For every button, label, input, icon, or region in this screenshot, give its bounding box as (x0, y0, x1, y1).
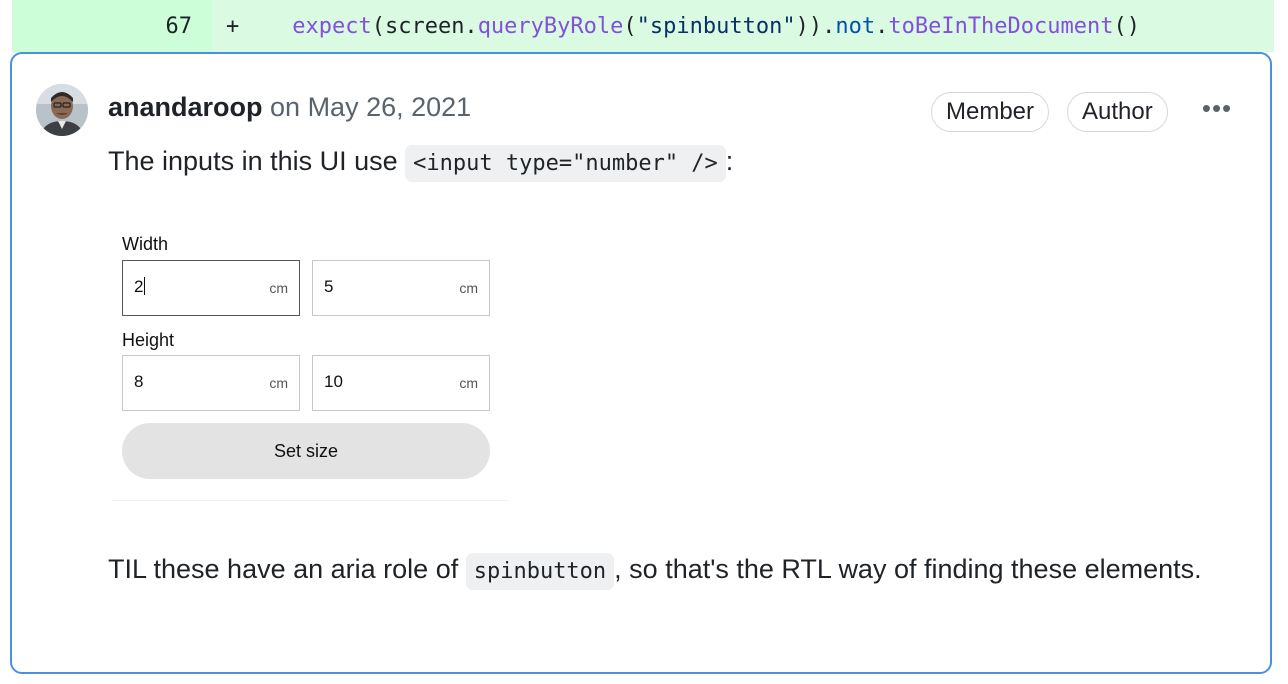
paragraph-text: , so that's the RTL way of finding these… (614, 554, 1202, 584)
diff-code: + expect(screen.queryByRole("spinbutton"… (226, 14, 1140, 39)
comment-header: anandaroop on May 26, 2021 (108, 92, 471, 123)
paragraph-text: The inputs in this UI use (108, 146, 406, 176)
height-cm-field: 8 cm (122, 355, 300, 411)
member-badge: Member (931, 92, 1050, 132)
code-token: toBeInTheDocument (888, 14, 1114, 39)
diff-context: 67 + expect(screen.queryByRole("spinbutt… (0, 0, 1288, 52)
diff-line-number-cell[interactable]: 67 (12, 0, 212, 52)
field-unit: cm (459, 375, 478, 391)
height-second-field: 10 cm (312, 355, 490, 411)
paragraph-text: : (725, 146, 734, 176)
comment-paragraph-1: The inputs in this UI use <input type="n… (108, 145, 734, 182)
field-value: 5 (324, 277, 334, 296)
code-token: ( (623, 14, 637, 39)
height-label: Height (122, 330, 175, 350)
avatar-image (36, 84, 88, 136)
comment-card: anandaroop on May 26, 2021 Member Author… (10, 52, 1272, 674)
diff-line-number: 67 (165, 14, 193, 39)
field-unit: cm (459, 280, 478, 296)
field-value: 8 (134, 372, 144, 391)
code-token: not (835, 14, 876, 39)
avatar[interactable] (36, 84, 88, 136)
embedded-screenshot[interactable]: Width 2 cm 5 cm Height 8 cm 10 cm Set si… (112, 224, 508, 501)
width-label: Width (122, 234, 169, 254)
code-token: expect (292, 14, 372, 39)
code-token: () (1113, 14, 1141, 39)
diff-code-tokens: expect(screen.queryByRole("spinbutton"))… (239, 14, 1140, 39)
inline-code-spinbutton: spinbutton (465, 553, 615, 590)
code-token: "spinbutton" (636, 14, 796, 39)
width-second-field: 5 cm (312, 260, 490, 316)
diff-marker: + (226, 14, 240, 39)
field-value: 2 (134, 277, 146, 296)
inline-code-input-type: <input type="number" /> (405, 145, 726, 182)
author-name[interactable]: anandaroop (108, 92, 263, 122)
kebab-horizontal-icon: ••• (1201, 93, 1233, 123)
width-cm-field: 2 cm (122, 260, 300, 316)
field-value: 10 (324, 372, 343, 391)
code-token: )). (795, 14, 836, 39)
set-size-button: Set size (122, 423, 490, 479)
code-token: . (875, 14, 889, 39)
paragraph-text: TIL these have an aria role of (108, 554, 466, 584)
author-badge: Author (1067, 92, 1168, 132)
comment-date[interactable]: on May 26, 2021 (270, 92, 471, 122)
code-token: queryByRole (477, 14, 624, 39)
code-token: (screen. (371, 14, 478, 39)
more-options-button[interactable]: ••• (1197, 94, 1237, 126)
field-unit: cm (269, 280, 288, 296)
field-unit: cm (269, 375, 288, 391)
comment-paragraph-2: TIL these have an aria role of spinbutto… (108, 548, 1208, 593)
